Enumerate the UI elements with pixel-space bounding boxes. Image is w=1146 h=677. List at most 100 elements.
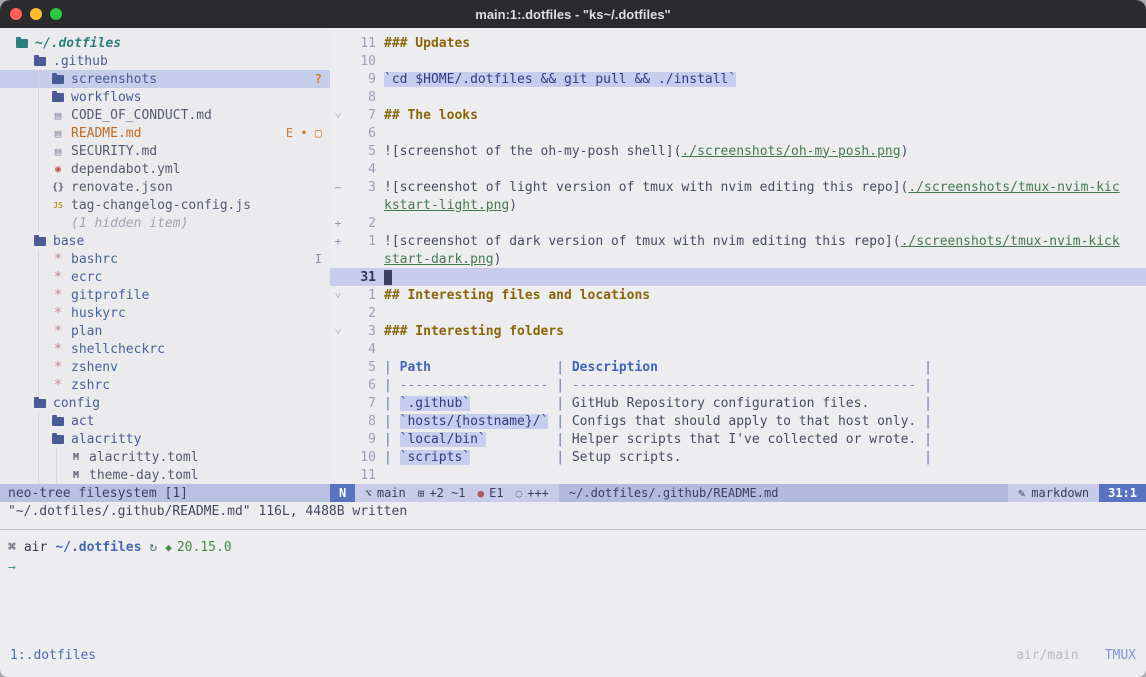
text-segment-h: ### Updates: [384, 36, 470, 51]
fold-marker[interactable]: ˅: [330, 325, 346, 338]
editor-line[interactable]: 10: [330, 52, 1146, 70]
shell-input-line[interactable]: →: [8, 558, 1138, 576]
apple-logo-icon: ⌘: [8, 540, 16, 555]
tree-item-plan[interactable]: *plan: [0, 322, 330, 340]
minimize-window-button[interactable]: [30, 8, 42, 20]
editor-line[interactable]: 6| ------------------- | ---------------…: [330, 376, 1146, 394]
titlebar[interactable]: main:1:.dotfiles - "ks~/.dotfiles": [0, 0, 1146, 28]
zoom-window-button[interactable]: [50, 8, 62, 20]
editor-line[interactable]: 4: [330, 160, 1146, 178]
editor-line[interactable]: start-dark.png): [330, 250, 1146, 268]
editor-line[interactable]: 11: [330, 466, 1146, 484]
cursor: [384, 270, 392, 285]
editor-line[interactable]: kstart-light.png): [330, 196, 1146, 214]
tree-item-ecrc[interactable]: *ecrc: [0, 268, 330, 286]
text-segment-txt: Configs that should apply to that host o…: [572, 414, 924, 429]
text-segment-link: kstart-light.png: [384, 198, 509, 213]
close-window-button[interactable]: [10, 8, 22, 20]
tree-item-readme-md[interactable]: ▤README.mdE • ▢: [0, 124, 330, 142]
tree-item-tag-changelog-config-js[interactable]: JStag-changelog-config.js: [0, 196, 330, 214]
text-segment-txt: ): [509, 198, 517, 213]
tree-item-theme-day-toml[interactable]: Mtheme-day.toml: [0, 466, 330, 484]
doc-file-icon: ▤: [50, 109, 66, 122]
editor-line[interactable]: +2: [330, 214, 1146, 232]
editor-line[interactable]: 9`cd $HOME/.dotfiles && git pull && ./in…: [330, 70, 1146, 88]
fold-marker[interactable]: ˅: [330, 289, 346, 302]
tree-item-zshenv[interactable]: *zshenv: [0, 358, 330, 376]
fold-marker[interactable]: +: [330, 235, 346, 248]
editor-cursor-line[interactable]: 31: [330, 268, 1146, 286]
editor-line[interactable]: ˅1## Interesting files and locations: [330, 286, 1146, 304]
tree-item-alacritty-toml[interactable]: Malacritty.toml: [0, 448, 330, 466]
node-icon: ◆: [165, 541, 172, 554]
text-segment-pipe: |: [556, 432, 572, 447]
indent: [14, 250, 32, 268]
braces-file-icon: {}: [50, 182, 66, 193]
text-segment-pipe: |: [556, 360, 572, 375]
editor-line[interactable]: 7| `.github` | GitHub Repository configu…: [330, 394, 1146, 412]
editor-line[interactable]: 11### Updates: [330, 34, 1146, 52]
tree-item-config[interactable]: config: [0, 394, 330, 412]
editor-line[interactable]: 8| `hosts/{hostname}/` | Configs that sh…: [330, 412, 1146, 430]
indent: [14, 196, 32, 214]
tree-item-dependabot-yml[interactable]: ◉dependabot.yml: [0, 160, 330, 178]
tree-item-screenshots[interactable]: screenshots?: [0, 70, 330, 88]
editor-line[interactable]: 10| `scripts` | Setup scripts. |: [330, 448, 1146, 466]
line-text: | `local/bin` | Helper scripts that I've…: [384, 432, 932, 447]
tmux-pane-divider[interactable]: [0, 520, 1146, 530]
folder-icon: [50, 75, 66, 84]
indent: [14, 52, 32, 70]
tmux-window-item[interactable]: 1:.dotfiles: [10, 648, 96, 663]
tree-item-shellcheckrc[interactable]: *shellcheckrc: [0, 340, 330, 358]
editor-line[interactable]: ˅3### Interesting folders: [330, 322, 1146, 340]
editor-line[interactable]: ~3![screenshot of light version of tmux …: [330, 178, 1146, 196]
editor-line[interactable]: 4: [330, 340, 1146, 358]
shell-pane[interactable]: ⌘ air ~/.dotfiles ↻ ◆ 20.15.0 →: [0, 530, 1146, 645]
nvim-cmdline[interactable]: "~/.dotfiles/.github/README.md" 116L, 44…: [0, 502, 1146, 520]
editor-line[interactable]: 5![screenshot of the oh-my-posh shell](.…: [330, 142, 1146, 160]
tree-item-bashrc[interactable]: *bashrcI: [0, 250, 330, 268]
indent: [14, 214, 32, 232]
m-file-icon: M: [68, 452, 84, 463]
line-number: 7: [346, 108, 376, 123]
text-segment-pipe: |: [924, 432, 932, 447]
text-segment-pipe: |: [384, 378, 400, 393]
tmux-status-right: air/main TMUX: [1016, 648, 1136, 663]
line-text: ## The looks: [384, 108, 478, 123]
text-segment-dash: ----------------------------------------…: [572, 378, 924, 393]
indent-guide: [32, 214, 50, 232]
indent: [14, 340, 32, 358]
tree-item-zshrc[interactable]: *zshrc: [0, 376, 330, 394]
fold-marker[interactable]: +: [330, 217, 346, 230]
prompt-path: ~/.dotfiles: [55, 540, 141, 555]
tree-item-code-of-conduct-md[interactable]: ▤CODE_OF_CONDUCT.md: [0, 106, 330, 124]
tree-item-gitprofile[interactable]: *gitprofile: [0, 286, 330, 304]
tree-item-1-hidden-item[interactable]: (1 hidden item): [0, 214, 330, 232]
text-segment-link: start-dark.png: [384, 252, 494, 267]
editor-buffer[interactable]: 11### Updates109`cd $HOME/.dotfiles && g…: [330, 28, 1146, 484]
editor-line[interactable]: +1![screenshot of dark version of tmux w…: [330, 232, 1146, 250]
editor-line[interactable]: 8: [330, 88, 1146, 106]
fold-marker[interactable]: ~: [330, 181, 346, 194]
indent-guide: [32, 268, 50, 286]
tree-item-workflows[interactable]: workflows: [0, 88, 330, 106]
fold-marker[interactable]: ˅: [330, 109, 346, 122]
tree-item-act[interactable]: act: [0, 412, 330, 430]
editor-line[interactable]: ˅7 ## The looks: [330, 106, 1146, 124]
tree-item-renovate-json[interactable]: {}renovate.json: [0, 178, 330, 196]
git-diff-section: ⊞ +2 ~1: [418, 486, 466, 500]
star-file-icon: *: [50, 324, 66, 339]
editor-line[interactable]: 9| `local/bin` | Helper scripts that I'v…: [330, 430, 1146, 448]
indent-guide: [32, 160, 50, 178]
indent-guide: [32, 430, 50, 448]
tree-item-dotfiles[interactable]: ~/.dotfiles: [0, 34, 330, 52]
tree-item-base[interactable]: base: [0, 232, 330, 250]
editor-line[interactable]: 2: [330, 304, 1146, 322]
tree-item-github[interactable]: .github: [0, 52, 330, 70]
tree-item-huskyrc[interactable]: *huskyrc: [0, 304, 330, 322]
editor-line[interactable]: 5| Path | Description |: [330, 358, 1146, 376]
editor-line[interactable]: 6: [330, 124, 1146, 142]
tree-item-alacritty[interactable]: alacritty: [0, 430, 330, 448]
tree-item-security-md[interactable]: ▤SECURITY.md: [0, 142, 330, 160]
line-number: 8: [346, 414, 376, 429]
